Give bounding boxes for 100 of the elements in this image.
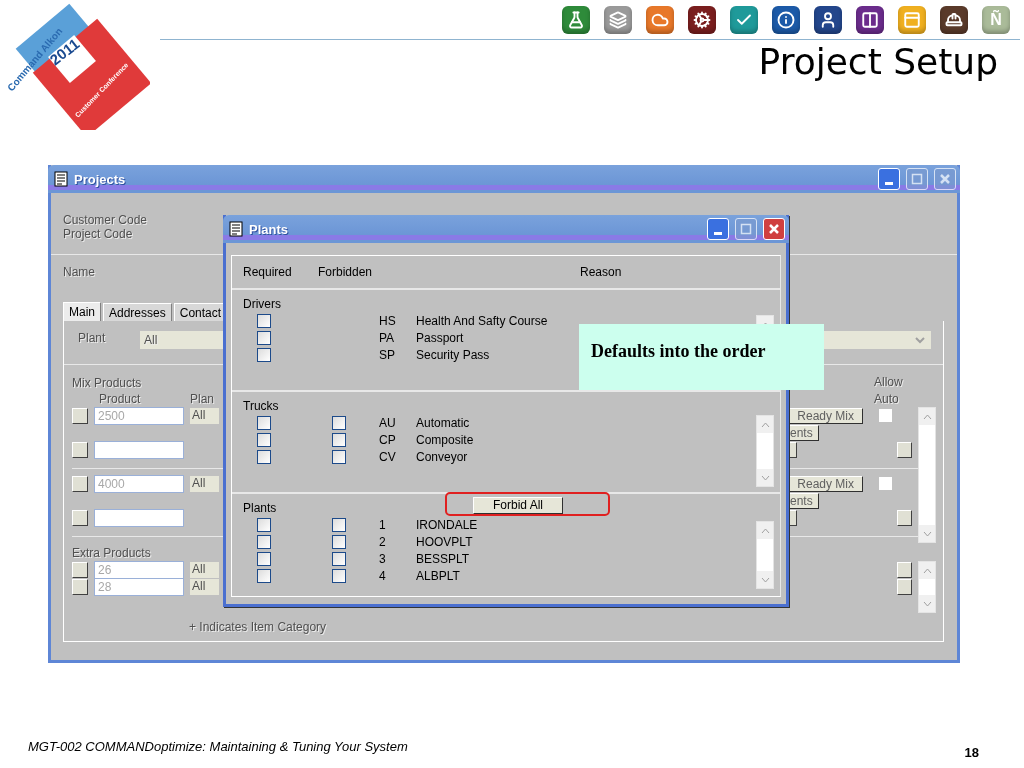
- callout-text: Defaults into the order: [579, 324, 824, 390]
- code-text: HS: [379, 313, 397, 328]
- code-text: 1: [379, 517, 387, 532]
- forbidden-checkbox[interactable]: [332, 551, 346, 566]
- name-text: Composite: [416, 432, 474, 447]
- required-checkbox[interactable]: [257, 517, 271, 532]
- row-button[interactable]: [897, 441, 912, 458]
- code-text: PA: [379, 330, 396, 345]
- section-label: Trucks: [243, 398, 279, 413]
- column-header: Product: [98, 392, 142, 406]
- column-header: Auto: [874, 391, 899, 406]
- required-checkbox[interactable]: [257, 347, 271, 362]
- close-icon: [939, 173, 951, 185]
- forbid-all-button[interactable]: Forbid All: [473, 497, 563, 514]
- allow-auto-checkbox[interactable]: [879, 409, 892, 422]
- row-button[interactable]: [72, 475, 88, 492]
- plant-field[interactable]: All: [190, 561, 219, 578]
- tab[interactable]: Main: [63, 302, 101, 321]
- tab[interactable]: Addresses: [103, 303, 172, 321]
- field-label: Name: [63, 265, 95, 279]
- name-text: Health And Safty Course: [416, 313, 548, 328]
- code-text: CV: [379, 449, 397, 464]
- row-button[interactable]: [897, 578, 912, 595]
- row-button[interactable]: [72, 509, 88, 526]
- minimize-button[interactable]: [707, 218, 729, 240]
- slide-title: Project Setup: [758, 40, 998, 84]
- scroll-bar[interactable]: [918, 561, 936, 613]
- allow-auto-checkbox[interactable]: [879, 477, 892, 490]
- chevron-down-icon: [760, 474, 770, 481]
- required-checkbox[interactable]: [257, 568, 271, 583]
- chevron-down-icon: [760, 576, 770, 583]
- close-button[interactable]: [763, 218, 785, 240]
- code-text: AU: [379, 415, 397, 430]
- required-checkbox[interactable]: [257, 330, 271, 345]
- row-button[interactable]: [72, 578, 88, 595]
- row-button[interactable]: [72, 441, 88, 458]
- required-checkbox[interactable]: [257, 432, 271, 447]
- page-number: 18: [964, 745, 979, 760]
- required-checkbox[interactable]: [257, 313, 271, 328]
- forbidden-checkbox[interactable]: [332, 432, 346, 447]
- close-icon: [768, 223, 780, 235]
- required-checkbox[interactable]: [257, 534, 271, 549]
- name-text: HOOVPLT: [416, 534, 473, 549]
- name-text: Automatic: [416, 415, 470, 430]
- required-checkbox[interactable]: [257, 551, 271, 566]
- row-button[interactable]: [72, 561, 88, 578]
- column-header: Allow: [874, 375, 903, 389]
- ready-mix-button[interactable]: Ready Mix: [787, 407, 863, 424]
- chevron-down-icon: [922, 530, 932, 537]
- letter-icon: Ñ: [982, 6, 1010, 34]
- note-text: + Indicates Item Category: [189, 620, 327, 634]
- product-field[interactable]: [94, 440, 184, 459]
- scroll-bar[interactable]: [756, 415, 774, 487]
- scroll-bar[interactable]: [756, 521, 774, 589]
- window-title: Projects: [74, 171, 127, 187]
- chevron-up-icon: [922, 567, 932, 574]
- minimize-icon: [885, 181, 893, 185]
- footer-text: MGT-002 COMMANDoptimize: Maintaining & Tuning Your System: [28, 739, 408, 754]
- code-text: CP: [379, 432, 397, 447]
- section-label: Mix Products: [72, 375, 142, 390]
- minimize-button[interactable]: [878, 168, 900, 190]
- maximize-icon: [740, 223, 752, 235]
- plant-field[interactable]: All: [190, 578, 219, 595]
- required-checkbox[interactable]: [257, 449, 271, 464]
- row-button[interactable]: [897, 561, 912, 578]
- code-text: SP: [379, 347, 396, 362]
- name-text: Conveyor: [416, 449, 468, 464]
- document-icon: [54, 171, 68, 187]
- required-checkbox[interactable]: [257, 415, 271, 430]
- minimize-icon: [714, 231, 722, 235]
- scroll-bar[interactable]: [918, 407, 936, 543]
- forbidden-checkbox[interactable]: [332, 449, 346, 464]
- field-label: Project Code: [63, 227, 133, 241]
- section-label: Extra Products: [72, 546, 151, 560]
- maximize-icon: [911, 173, 923, 185]
- field-label: Plant: [78, 331, 107, 347]
- forbidden-checkbox[interactable]: [332, 415, 346, 430]
- row-button[interactable]: [897, 509, 912, 526]
- forbidden-checkbox[interactable]: [332, 568, 346, 583]
- code-text: 3: [379, 551, 387, 566]
- field-label: Customer Code: [63, 213, 148, 227]
- plant-field[interactable]: All: [190, 475, 219, 492]
- ready-mix-button[interactable]: Ready Mix: [787, 475, 863, 492]
- chevron-down-icon: [922, 600, 932, 607]
- name-text: IRONDALE: [416, 517, 478, 532]
- chevron-up-icon: [760, 527, 770, 534]
- forbidden-checkbox[interactable]: [332, 517, 346, 532]
- product-field[interactable]: [94, 508, 184, 527]
- column-header: Reason: [580, 265, 622, 279]
- section-label: Plants: [243, 500, 277, 515]
- window-title: Plants: [249, 221, 289, 237]
- row-button[interactable]: [72, 407, 88, 424]
- name-text: ALBPLT: [416, 568, 460, 583]
- forbidden-checkbox[interactable]: [332, 534, 346, 549]
- code-text: 4: [379, 568, 387, 583]
- column-header: Forbidden: [318, 265, 374, 279]
- plant-field[interactable]: All: [190, 407, 219, 424]
- code-text: 2: [379, 534, 387, 549]
- name-text: Security Pass: [416, 347, 490, 362]
- chevron-up-icon: [922, 413, 932, 420]
